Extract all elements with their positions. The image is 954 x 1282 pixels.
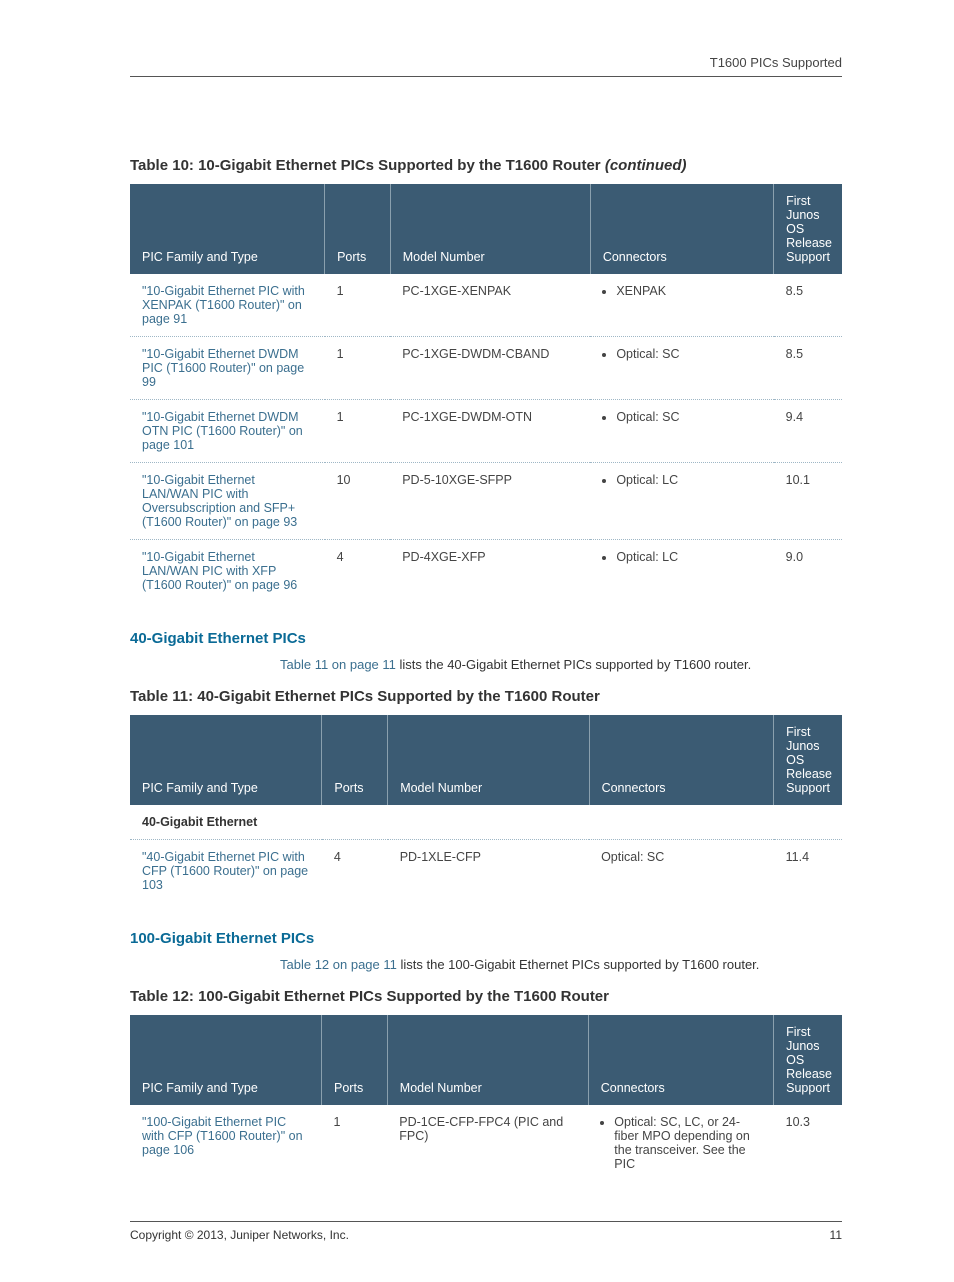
col-connectors: Connectors [590, 184, 773, 274]
running-header: T1600 PICs Supported [130, 55, 842, 77]
table-11-caption: Table 11: 40-Gigabit Ethernet PICs Suppo… [130, 688, 842, 705]
table-subhead-row: 40-Gigabit Ethernet [130, 805, 842, 840]
pic-link[interactable]: "10-Gigabit Ethernet DWDM OTN PIC (T1600… [142, 410, 303, 452]
ports-cell: 1 [325, 274, 391, 337]
col-model: Model Number [390, 184, 590, 274]
section-para-100g: Table 12 on page 11 lists the 100-Gigabi… [130, 957, 842, 972]
pic-link[interactable]: "10-Gigabit Ethernet LAN/WAN PIC with XF… [142, 550, 297, 592]
section-heading-100g: 100-Gigabit Ethernet PICs [130, 930, 842, 947]
section-heading-40g: 40-Gigabit Ethernet PICs [130, 630, 842, 647]
col-ports: Ports [325, 184, 391, 274]
footer-page-number: 11 [830, 1228, 842, 1242]
table-row: "10-Gigabit Ethernet PIC with XENPAK (T1… [130, 274, 842, 337]
table-11-ref-link[interactable]: Table 11 on page 11 [280, 657, 396, 672]
table-row: "100-Gigabit Ethernet PIC with CFP (T160… [130, 1105, 842, 1181]
table-row: "10-Gigabit Ethernet DWDM OTN PIC (T1600… [130, 400, 842, 463]
table-10-caption: Table 10: 10-Gigabit Ethernet PICs Suppo… [130, 157, 842, 174]
section-para-40g: Table 11 on page 11 lists the 40-Gigabit… [130, 657, 842, 672]
table-row: "10-Gigabit Ethernet LAN/WAN PIC with XF… [130, 540, 842, 603]
table-12-caption: Table 12: 100-Gigabit Ethernet PICs Supp… [130, 988, 842, 1005]
table-10: PIC Family and Type Ports Model Number C… [130, 184, 842, 602]
pic-link[interactable]: "10-Gigabit Ethernet PIC with XENPAK (T1… [142, 284, 305, 326]
footer-copyright: Copyright © 2013, Juniper Networks, Inc. [130, 1228, 349, 1242]
table-row: "40-Gigabit Ethernet PIC with CFP (T1600… [130, 840, 842, 903]
header-text: T1600 PICs Supported [710, 55, 842, 70]
table-12: PIC Family and Type Ports Model Number C… [130, 1015, 842, 1181]
table-11: PIC Family and Type Ports Model Number C… [130, 715, 842, 902]
pic-link[interactable]: "10-Gigabit Ethernet DWDM PIC (T1600 Rou… [142, 347, 304, 389]
table-row: "10-Gigabit Ethernet LAN/WAN PIC with Ov… [130, 463, 842, 540]
table-12-ref-link[interactable]: Table 12 on page 11 [280, 957, 397, 972]
release-cell: 8.5 [774, 274, 842, 337]
pic-link[interactable]: "40-Gigabit Ethernet PIC with CFP (T1600… [142, 850, 308, 892]
pic-link[interactable]: "100-Gigabit Ethernet PIC with CFP (T160… [142, 1115, 303, 1157]
pic-link[interactable]: "10-Gigabit Ethernet LAN/WAN PIC with Ov… [142, 473, 297, 529]
connectors-cell: XENPAK [590, 274, 773, 337]
table-row: "10-Gigabit Ethernet DWDM PIC (T1600 Rou… [130, 337, 842, 400]
col-release: First Junos OS Release Support [774, 184, 842, 274]
col-pic-family: PIC Family and Type [130, 184, 325, 274]
model-cell: PC-1XGE-XENPAK [390, 274, 590, 337]
page-footer: Copyright © 2013, Juniper Networks, Inc.… [130, 1221, 842, 1242]
table-subhead: 40-Gigabit Ethernet [130, 805, 842, 840]
